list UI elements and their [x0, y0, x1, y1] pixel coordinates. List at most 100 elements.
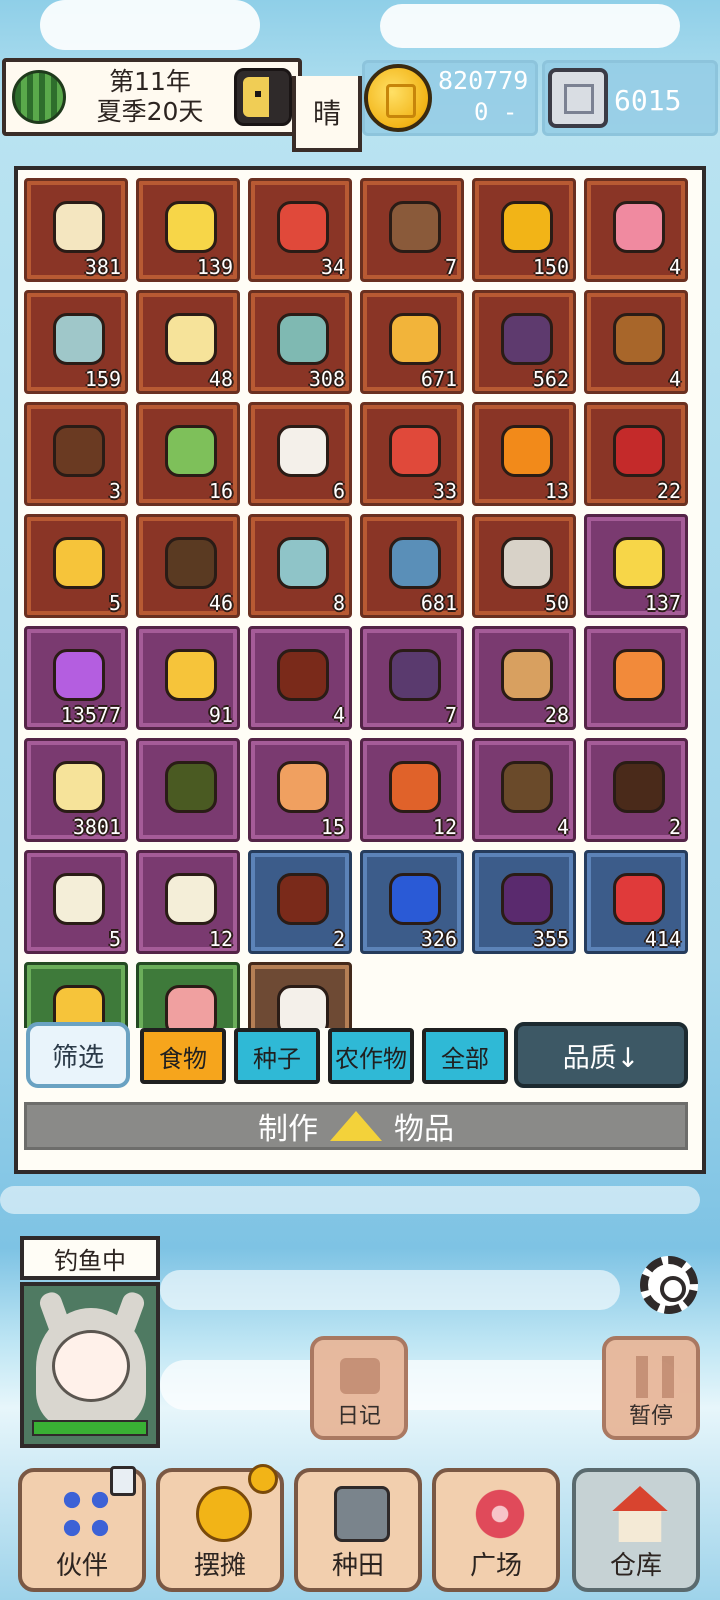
inventory-slot[interactable] — [24, 962, 128, 1028]
items-label: 物品 — [394, 1112, 454, 1147]
settings-gear-icon[interactable] — [640, 1256, 698, 1314]
food-item-icon — [613, 313, 665, 365]
filter-button[interactable]: 筛选 — [26, 1022, 130, 1088]
inventory-slot[interactable]: 46 — [136, 514, 240, 618]
inventory-slot[interactable]: 15 — [248, 738, 352, 842]
item-count: 326 — [420, 927, 457, 951]
pause-button[interactable]: 暂停 — [602, 1336, 700, 1440]
inventory-slot[interactable]: 2 — [584, 738, 688, 842]
inventory-slot[interactable]: 3 — [24, 402, 128, 506]
item-count: 48 — [208, 367, 233, 391]
inventory-slot[interactable]: 8 — [248, 514, 352, 618]
inventory-slot[interactable]: 33 — [360, 402, 464, 506]
inventory-slot[interactable] — [584, 626, 688, 730]
inventory-slot[interactable]: 137 — [584, 514, 688, 618]
chat-bubble-icon — [340, 1358, 380, 1394]
inventory-slot[interactable]: 34 — [248, 178, 352, 282]
food-item-icon — [613, 537, 665, 589]
tab-food[interactable]: 食物 — [140, 1028, 226, 1084]
item-count: 46 — [208, 591, 233, 615]
inventory-slot[interactable]: 2 — [248, 850, 352, 954]
food-item-icon — [613, 425, 665, 477]
companion-portrait[interactable] — [20, 1282, 160, 1448]
pancake-stack-icon — [196, 1486, 252, 1542]
inventory-slot[interactable]: 681 — [360, 514, 464, 618]
item-count: 50 — [544, 591, 569, 615]
inventory-slot[interactable]: 562 — [472, 290, 576, 394]
diary-button[interactable]: 日记 — [310, 1336, 408, 1440]
item-count: 4 — [556, 815, 569, 839]
gold-amount: 820779 — [438, 66, 529, 95]
inventory-slot[interactable]: 355 — [472, 850, 576, 954]
inventory-slot[interactable]: 6 — [248, 402, 352, 506]
item-count: 355 — [532, 927, 569, 951]
pause-icon — [636, 1356, 674, 1398]
pink-flower-icon — [472, 1486, 528, 1542]
inventory-slot[interactable]: 159 — [24, 290, 128, 394]
nav-warehouse-label: 仓库 — [609, 1551, 662, 1581]
inventory-slot[interactable]: 3801 — [24, 738, 128, 842]
inventory-slot[interactable] — [136, 962, 240, 1028]
item-count: 91 — [208, 703, 233, 727]
food-item-icon — [389, 761, 441, 813]
item-count: 381 — [84, 255, 121, 279]
moon-phase-icon — [234, 68, 292, 126]
inventory-slot[interactable]: 308 — [248, 290, 352, 394]
cloud — [40, 0, 260, 50]
food-item-icon — [613, 761, 665, 813]
inventory-slot[interactable]: 381 — [24, 178, 128, 282]
item-count: 6 — [332, 479, 345, 503]
inventory-slot[interactable] — [248, 962, 352, 1028]
gold-delta: 0 - — [474, 98, 518, 126]
nav-plaza[interactable]: 广场 — [432, 1468, 560, 1592]
inventory-slot[interactable] — [136, 738, 240, 842]
inventory-slot[interactable]: 671 — [360, 290, 464, 394]
nav-farm[interactable]: 种田 — [294, 1468, 422, 1592]
food-item-icon — [53, 873, 105, 925]
tab-crops[interactable]: 农作物 — [328, 1028, 414, 1084]
tab-all[interactable]: 全部 — [422, 1028, 508, 1084]
inventory-slot[interactable]: 48 — [136, 290, 240, 394]
cloud — [0, 1186, 700, 1214]
year-label: 第11年 — [109, 67, 191, 96]
inventory-slot[interactable]: 28 — [472, 626, 576, 730]
inventory-slot[interactable]: 414 — [584, 850, 688, 954]
season-melon-icon — [12, 70, 66, 124]
sort-quality-button[interactable]: 品质↓ — [514, 1022, 688, 1088]
inventory-slot[interactable]: 4 — [248, 626, 352, 730]
inventory-slot[interactable]: 13 — [472, 402, 576, 506]
inventory-slot[interactable]: 4 — [584, 290, 688, 394]
inventory-slot[interactable]: 326 — [360, 850, 464, 954]
item-count: 22 — [656, 479, 681, 503]
inventory-slot[interactable]: 7 — [360, 626, 464, 730]
nav-stall[interactable]: 摆摊 — [156, 1464, 284, 1592]
item-count: 681 — [420, 591, 457, 615]
food-item-icon — [613, 201, 665, 253]
inventory-slot[interactable]: 139 — [136, 178, 240, 282]
food-item-icon — [389, 425, 441, 477]
inventory-slot[interactable]: 13577 — [24, 626, 128, 730]
inventory-slot[interactable]: 50 — [472, 514, 576, 618]
inventory-slot[interactable]: 12 — [136, 850, 240, 954]
nav-companions[interactable]: 伙伴 — [18, 1466, 146, 1592]
inventory-slot[interactable]: 22 — [584, 402, 688, 506]
inventory-slot[interactable]: 12 — [360, 738, 464, 842]
nav-warehouse[interactable]: 仓库 — [572, 1468, 700, 1592]
item-count: 4 — [668, 367, 681, 391]
inventory-slot[interactable]: 4 — [472, 738, 576, 842]
item-count: 137 — [644, 591, 681, 615]
item-count: 7 — [444, 703, 457, 727]
inventory-slot[interactable]: 16 — [136, 402, 240, 506]
tab-seeds[interactable]: 种子 — [234, 1028, 320, 1084]
inventory-slot[interactable]: 5 — [24, 514, 128, 618]
food-item-icon — [389, 873, 441, 925]
silver-block-icon — [548, 68, 608, 128]
inventory-slot[interactable]: 150 — [472, 178, 576, 282]
inventory-slot[interactable]: 4 — [584, 178, 688, 282]
inventory-slot[interactable]: 7 — [360, 178, 464, 282]
item-count: 8 — [332, 591, 345, 615]
inventory-slot[interactable]: 5 — [24, 850, 128, 954]
craft-toggle-bar[interactable]: 制作 物品 — [24, 1102, 688, 1150]
inventory-slot[interactable]: 91 — [136, 626, 240, 730]
craft-label: 制作 — [258, 1112, 318, 1147]
